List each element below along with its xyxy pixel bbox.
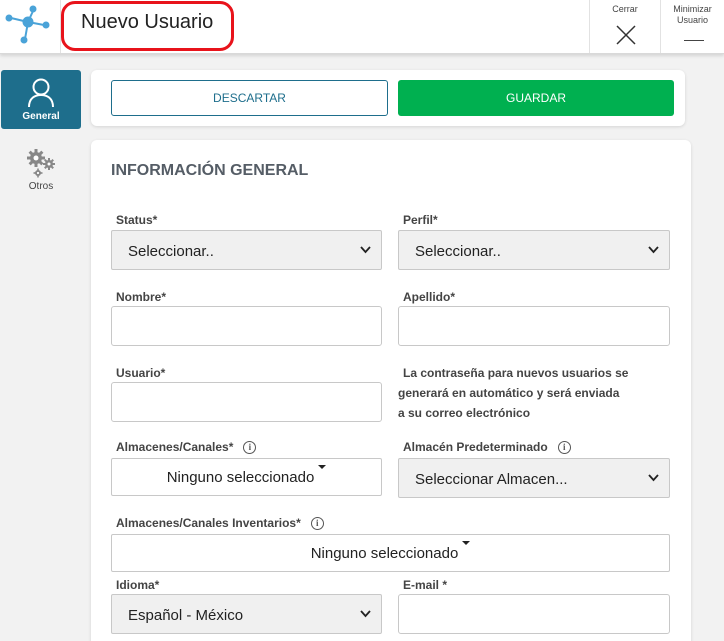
network-logo-icon bbox=[5, 5, 50, 44]
almacen-predeterminado-select[interactable]: Seleccionar Almacen... bbox=[398, 458, 670, 498]
password-note-line-3: a su correo electrónico bbox=[398, 406, 531, 420]
user-icon bbox=[28, 78, 54, 108]
password-note-line-1: La contraseña para nuevos usuarios se bbox=[403, 366, 629, 380]
apellido-input[interactable] bbox=[398, 306, 670, 346]
almacenes-inventarios-label: Almacenes/Canales Inventarios* i bbox=[116, 516, 324, 530]
status-label: Status* bbox=[116, 213, 158, 227]
almacenes-label-text: Almacenes/Canales* bbox=[116, 440, 234, 454]
sidebar-item-label: Otros bbox=[28, 181, 54, 192]
chevron-down-icon bbox=[648, 474, 659, 482]
status-select-value: Seleccionar.. bbox=[128, 243, 214, 260]
nombre-label: Nombre* bbox=[116, 290, 167, 304]
almacen-predeterminado-label: Almacén Predeterminado i bbox=[403, 440, 571, 454]
idioma-label: Idioma* bbox=[116, 578, 160, 592]
minimize-icon bbox=[684, 40, 704, 41]
perfil-select[interactable]: Seleccionar.. bbox=[398, 230, 670, 270]
app-header: Nuevo Usuario Cerrar Minimizar Usuario bbox=[0, 0, 724, 54]
app-logo[interactable] bbox=[0, 0, 61, 53]
minimize-button[interactable]: Minimizar Usuario bbox=[660, 0, 724, 53]
chevron-down-icon bbox=[360, 610, 371, 618]
chevron-down-icon bbox=[360, 246, 371, 254]
gears-icon bbox=[27, 149, 55, 178]
email-input[interactable] bbox=[398, 594, 670, 634]
email-label: E-mail * bbox=[403, 578, 448, 592]
almacenes-inventarios-label-text: Almacenes/Canales Inventarios* bbox=[116, 516, 301, 530]
info-icon[interactable]: i bbox=[557, 441, 571, 454]
idioma-select[interactable]: Español - México bbox=[111, 594, 382, 634]
password-note-line-2: generará en automático y será enviada bbox=[398, 386, 620, 400]
almacen-predeterminado-value: Seleccionar Almacen... bbox=[415, 471, 568, 488]
chevron-down-icon bbox=[648, 246, 659, 254]
almacenes-label: Almacenes/Canales* i bbox=[116, 440, 257, 454]
almacenes-multiselect-value: Ninguno seleccionado bbox=[166, 469, 315, 486]
usuario-label: Usuario* bbox=[116, 366, 166, 380]
almacenes-inventarios-value: Ninguno seleccionado bbox=[310, 545, 459, 562]
close-label: Cerrar bbox=[612, 4, 638, 14]
sidebar-item-label: General bbox=[22, 111, 60, 122]
info-icon[interactable]: i bbox=[310, 517, 324, 530]
almacen-predeterminado-label-text: Almacén Predeterminado bbox=[403, 440, 548, 454]
discard-button[interactable]: DESCARTAR bbox=[111, 80, 388, 116]
apellido-label: Apellido* bbox=[403, 290, 456, 304]
minimize-label: Minimizar Usuario bbox=[673, 4, 712, 25]
save-button[interactable]: GUARDAR bbox=[398, 80, 674, 116]
info-icon[interactable]: i bbox=[243, 441, 257, 454]
perfil-select-value: Seleccionar.. bbox=[415, 243, 501, 260]
action-bar: DESCARTAR GUARDAR bbox=[91, 70, 685, 126]
status-select[interactable]: Seleccionar.. bbox=[111, 230, 382, 270]
perfil-label: Perfil* bbox=[403, 213, 438, 227]
nombre-input[interactable] bbox=[111, 306, 382, 346]
almacenes-multiselect[interactable]: Ninguno seleccionado bbox=[111, 458, 382, 496]
sidebar-item-otros[interactable]: Otros bbox=[1, 146, 81, 196]
page-title: Nuevo Usuario bbox=[81, 11, 214, 33]
close-icon bbox=[616, 25, 636, 45]
section-title: INFORMACIÓN GENERAL bbox=[111, 162, 309, 179]
almacenes-inventarios-multiselect[interactable]: Ninguno seleccionado bbox=[111, 534, 670, 572]
caret-down-icon bbox=[318, 465, 327, 469]
usuario-input[interactable] bbox=[111, 382, 382, 422]
idioma-select-value: Español - México bbox=[128, 607, 244, 624]
close-button[interactable]: Cerrar bbox=[589, 0, 660, 53]
sidebar-item-general[interactable]: General bbox=[1, 70, 81, 129]
caret-down-icon bbox=[462, 541, 471, 545]
